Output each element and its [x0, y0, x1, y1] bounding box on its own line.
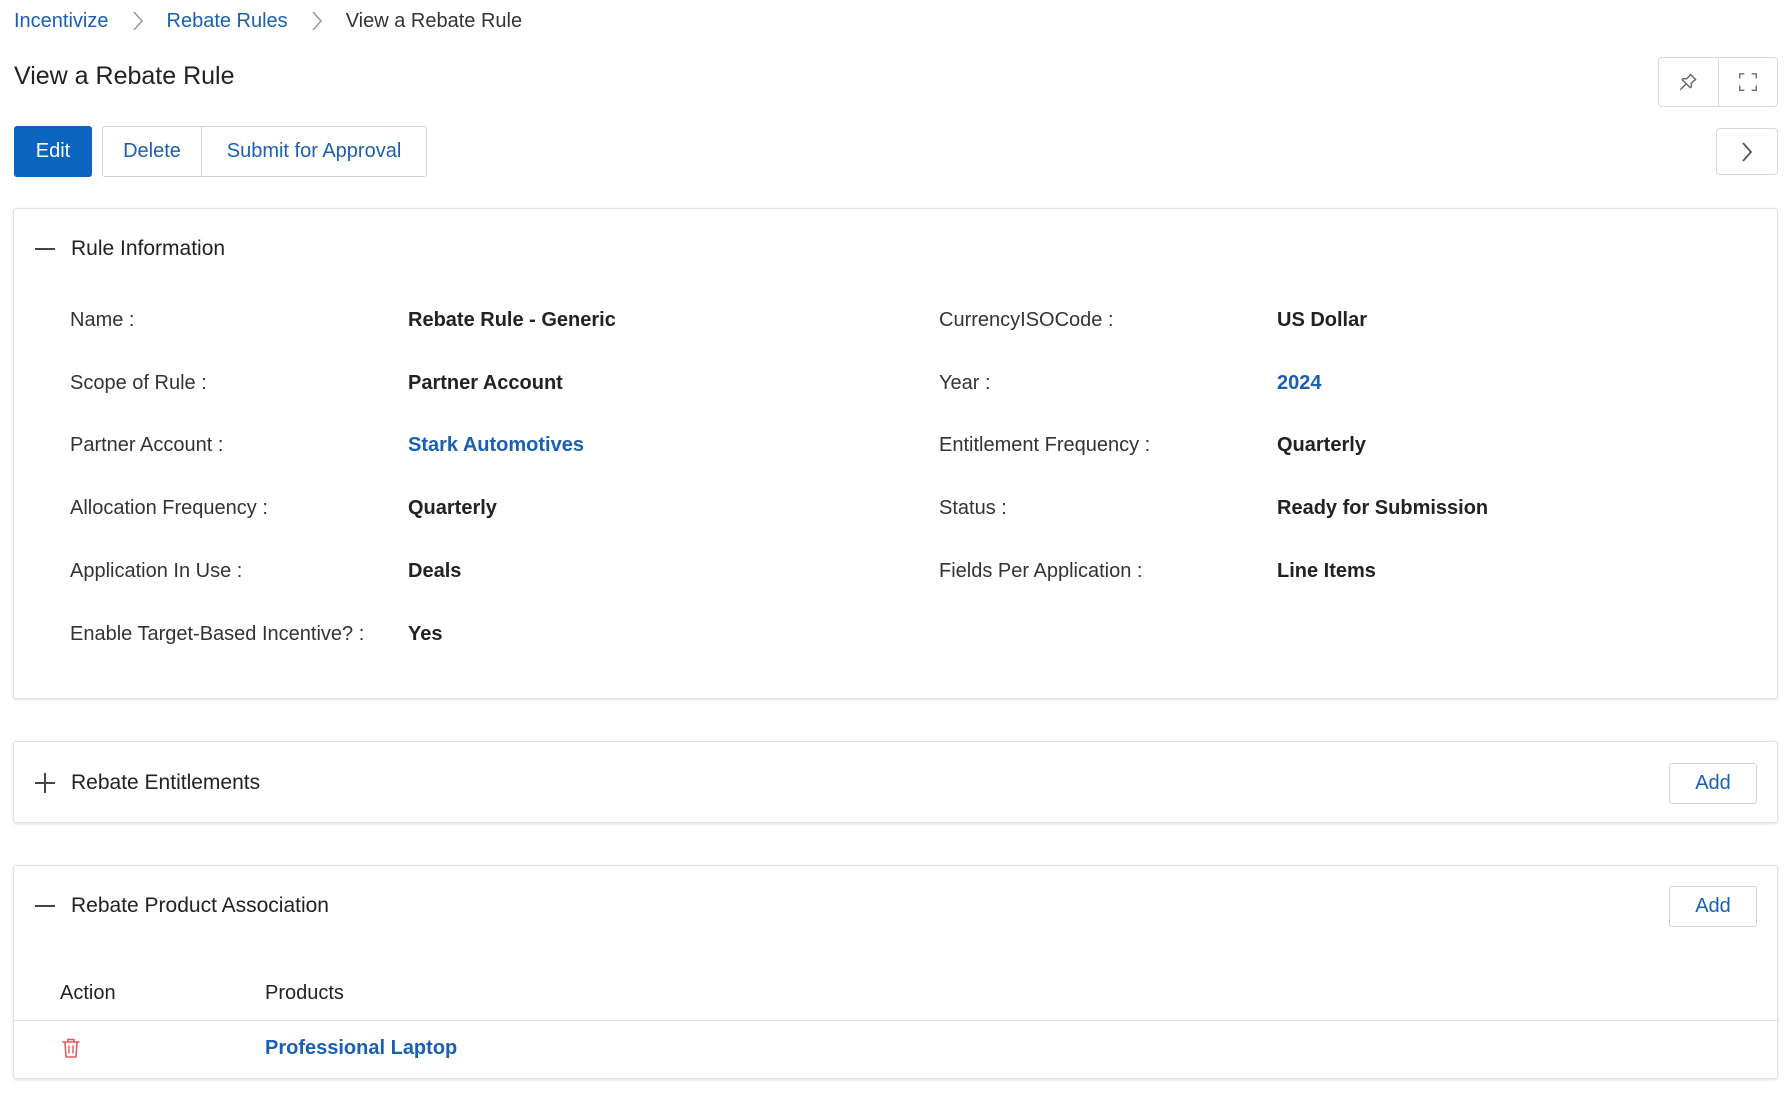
rebate-product-association-panel: Rebate Product Association Add Action Pr… — [13, 865, 1778, 1079]
delete-product-button[interactable] — [60, 1036, 82, 1060]
page: Incentivize Rebate Rules View a Rebate R… — [0, 0, 1789, 1097]
status-value: Ready for Submission — [1277, 497, 1489, 519]
field-value: Yes — [408, 623, 443, 645]
field-label: Entitlement Frequency : — [939, 434, 1151, 456]
rebate-entitlements-panel: Rebate Entitlements Add — [13, 741, 1778, 823]
delete-button[interactable]: Delete — [102, 126, 202, 177]
next-record-button[interactable] — [1716, 128, 1778, 175]
field-label: Fields Per Application : — [939, 560, 1143, 582]
field-label: Status : — [939, 497, 1007, 519]
submit-for-approval-button[interactable]: Submit for Approval — [202, 126, 427, 177]
field-label: Allocation Frequency : — [70, 497, 268, 519]
breadcrumb-incentivize-link[interactable]: Incentivize — [14, 10, 109, 33]
collapse-icon[interactable] — [34, 895, 56, 917]
table-row: Professional Laptop — [14, 1021, 1777, 1078]
add-entitlement-button[interactable]: Add — [1669, 762, 1757, 804]
rebate-product-association-header[interactable]: Rebate Product Association Add — [14, 866, 1777, 946]
field-value: Quarterly — [1277, 434, 1366, 456]
field-value: Quarterly — [408, 497, 497, 519]
breadcrumb: Incentivize Rebate Rules View a Rebate R… — [14, 8, 522, 34]
collapse-icon[interactable] — [34, 238, 56, 260]
trash-icon — [62, 1038, 80, 1058]
rebate-entitlements-header[interactable]: Rebate Entitlements Add — [14, 742, 1777, 824]
breadcrumb-current: View a Rebate Rule — [345, 9, 523, 32]
rebate-product-association-title: Rebate Product Association — [71, 894, 329, 917]
table-header: Action Products — [14, 966, 1777, 1021]
view-controls — [1658, 57, 1778, 107]
rule-information-title: Rule Information — [71, 237, 226, 260]
page-title: View a Rebate Rule — [14, 62, 235, 90]
fullscreen-button[interactable] — [1717, 58, 1778, 106]
add-product-button[interactable]: Add — [1669, 885, 1757, 927]
year-link[interactable]: 2024 — [1277, 372, 1322, 395]
breadcrumb-rebate-rules-link[interactable]: Rebate Rules — [167, 10, 288, 33]
field-value: US Dollar — [1277, 309, 1368, 331]
rebate-entitlements-title: Rebate Entitlements — [71, 771, 261, 794]
pin-button[interactable] — [1659, 58, 1718, 106]
column-header-action: Action — [60, 982, 116, 1004]
expand-plus-icon[interactable] — [34, 772, 56, 794]
field-label: Year : — [939, 372, 991, 394]
field-label: Name : — [70, 309, 135, 331]
field-label: CurrencyISOCode : — [939, 309, 1114, 331]
field-value: Partner Account — [408, 372, 563, 394]
action-toolbar: Edit Delete Submit for Approval — [14, 126, 427, 177]
field-label: Application In Use : — [70, 560, 243, 582]
field-value: Rebate Rule - Generic — [408, 309, 616, 331]
rule-information-panel: Rule Information Name : Rebate Rule - Ge… — [13, 208, 1778, 699]
pin-icon — [1680, 73, 1697, 91]
field-value: Line Items — [1277, 560, 1376, 582]
chevron-right-icon — [121, 8, 155, 34]
field-value: Deals — [408, 560, 462, 582]
expand-icon — [1738, 73, 1757, 91]
chevron-right-icon — [300, 8, 334, 34]
field-label: Partner Account : — [70, 434, 224, 456]
column-header-products: Products — [265, 982, 344, 1004]
rule-information-header[interactable]: Rule Information — [14, 209, 1777, 289]
field-label: Enable Target-Based Incentive? : — [70, 623, 365, 645]
chevron-right-icon — [1742, 141, 1753, 162]
product-link[interactable]: Professional Laptop — [265, 1037, 457, 1060]
partner-account-link[interactable]: Stark Automotives — [408, 434, 584, 457]
field-label: Scope of Rule : — [70, 372, 207, 394]
edit-button[interactable]: Edit — [14, 126, 92, 177]
